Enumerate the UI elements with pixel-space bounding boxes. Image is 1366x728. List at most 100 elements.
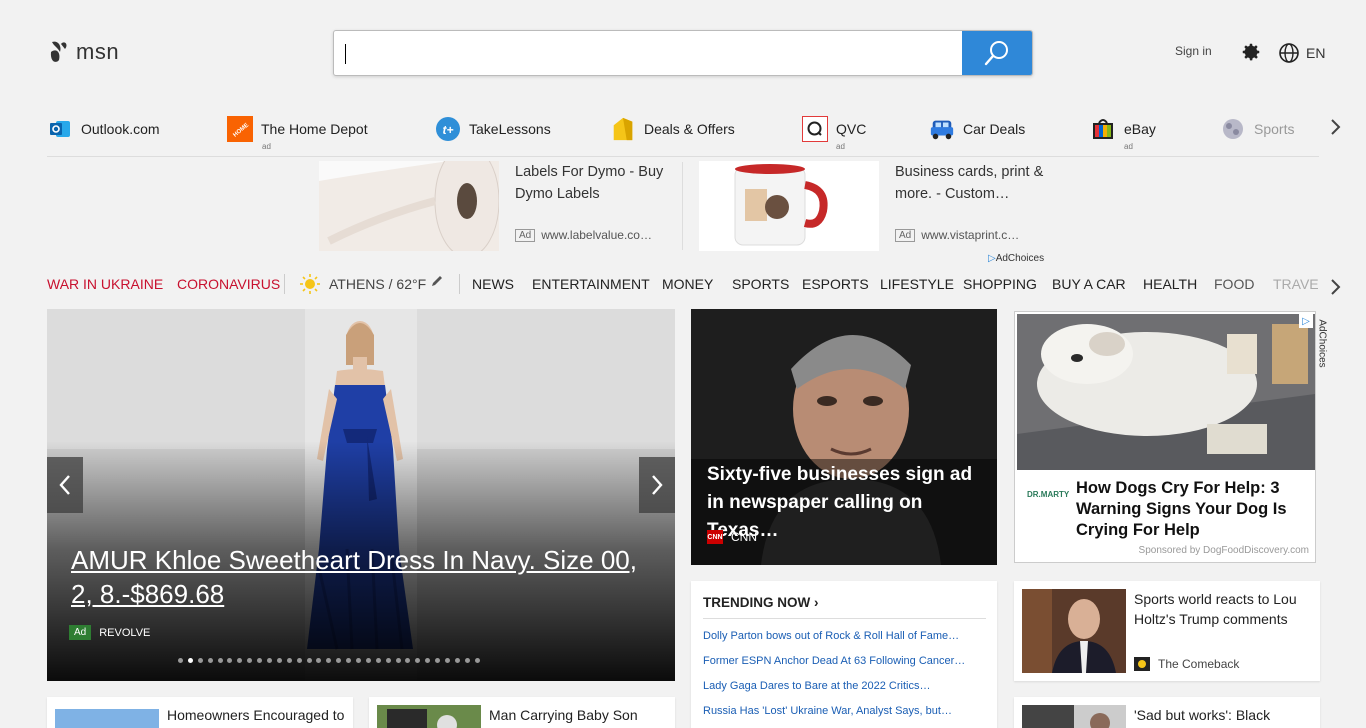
carousel-dot[interactable] — [267, 658, 273, 663]
carousel-dot[interactable] — [276, 658, 282, 663]
sign-in-link[interactable]: Sign in — [1175, 44, 1212, 58]
nav-esports[interactable]: ESPORTS — [802, 276, 869, 292]
carousel-next-button[interactable] — [639, 457, 675, 513]
edit-location-button[interactable] — [430, 274, 444, 291]
carousel-dot[interactable] — [385, 658, 391, 663]
story-card-sad[interactable]: 'Sad but works': Black — [1014, 697, 1320, 728]
quicklink-label: Car Deals — [963, 121, 1026, 137]
carousel-dot[interactable] — [464, 658, 470, 663]
quicklink-qvc[interactable]: QVC ad — [802, 116, 866, 151]
quicklink-label: Deals & Offers — [644, 121, 735, 137]
carousel-dot[interactable] — [178, 658, 183, 663]
msn-logo[interactable]: msn — [48, 38, 119, 66]
trending-link[interactable]: Dolly Parton bows out of Rock & Roll Hal… — [703, 630, 983, 642]
carousel-dot[interactable] — [227, 658, 233, 663]
ad-url-text: www.labelvalue.co… — [541, 228, 652, 242]
weather-label[interactable]: ATHENS / 62°F — [329, 276, 426, 292]
carousel-dot[interactable] — [415, 658, 421, 663]
nav-next-button[interactable] — [1330, 278, 1342, 301]
carousel-dot[interactable] — [207, 658, 213, 663]
trending-link[interactable]: Former ESPN Anchor Dead At 63 Following … — [703, 655, 983, 667]
carousel-dot[interactable] — [445, 658, 451, 663]
carousel-dot[interactable] — [247, 658, 253, 663]
quicklink-sports[interactable]: Sports — [1220, 116, 1294, 142]
nav-food[interactable]: FOOD — [1214, 276, 1254, 292]
ad-info-icon[interactable]: ▷ — [1299, 314, 1313, 328]
hero-title[interactable]: AMUR Khloe Sweetheart Dress In Navy. Siz… — [71, 543, 651, 611]
nav-war-in-ukraine[interactable]: WAR IN UKRAINE — [47, 276, 163, 292]
trending-heading[interactable]: TRENDING NOW › — [703, 595, 819, 610]
carousel-dot[interactable] — [316, 658, 322, 663]
carousel-dot[interactable] — [296, 658, 302, 663]
ad-labels[interactable]: Labels For Dymo - Buy Dymo Labels Ad www… — [319, 161, 679, 251]
nav-shopping[interactable]: SHOPPING — [963, 276, 1037, 292]
story-card-homeowners[interactable]: Homeowners Encouraged to — [47, 697, 353, 728]
carousel-dot[interactable] — [375, 658, 381, 663]
carousel-dot[interactable] — [435, 658, 441, 663]
trending-link[interactable]: Russia Has 'Lost' Ukraine War, Analyst S… — [703, 705, 983, 717]
story-source: The Comeback — [1134, 657, 1239, 671]
quicklink-outlook[interactable]: Outlook.com — [47, 116, 160, 142]
ad-badge: Ad — [69, 625, 92, 640]
quicklink-home-depot[interactable]: HOME The Home Depot ad — [227, 116, 368, 151]
quicklink-car-deals[interactable]: Car Deals — [929, 116, 1025, 142]
carousel-dot[interactable] — [474, 658, 480, 663]
nav-lifestyle[interactable]: LIFESTYLE — [880, 276, 954, 292]
language-selector[interactable]: EN — [1278, 42, 1325, 64]
nav-news[interactable]: NEWS — [472, 276, 514, 292]
carousel-dot[interactable] — [237, 658, 243, 663]
story-card-baby[interactable]: Man Carrying Baby Son — [369, 697, 675, 728]
ad-url: Ad www.labelvalue.co… — [515, 228, 652, 242]
story-card-holtz[interactable]: Sports world reacts to Lou Holtz's Trump… — [1014, 581, 1320, 681]
nav-coronavirus[interactable]: CORONAVIRUS — [177, 276, 280, 292]
nav-divider — [284, 274, 285, 294]
quicklink-deals[interactable]: Deals & Offers — [610, 116, 735, 142]
nav-buy-a-car[interactable]: BUY A CAR — [1052, 276, 1126, 292]
story-title: Sports world reacts to Lou Holtz's Trump… — [1134, 591, 1297, 627]
carousel-dot[interactable] — [336, 658, 342, 663]
carousel-dot[interactable] — [306, 658, 312, 663]
nav-travel[interactable]: TRAVEL — [1273, 276, 1319, 292]
search-button[interactable] — [962, 31, 1032, 75]
nav-money[interactable]: MONEY — [662, 276, 713, 292]
weather-widget[interactable] — [300, 274, 320, 294]
quicklink-ebay[interactable]: eBay ad — [1090, 116, 1156, 151]
ad-image-label-roll — [319, 161, 499, 251]
quicklinks-next-button[interactable] — [1330, 118, 1342, 141]
story-image — [377, 705, 481, 728]
sun-icon — [300, 274, 320, 294]
ad-sponsor: Sponsored by DogFoodDiscovery.com — [1138, 545, 1309, 556]
carousel-dot[interactable] — [346, 658, 352, 663]
ad-dog-card[interactable]: ▷ DR.MARTY How Dogs Cry For Help: 3 Warn… — [1014, 311, 1316, 563]
nav-entertainment[interactable]: ENTERTAINMENT — [532, 276, 650, 292]
settings-button[interactable] — [1240, 41, 1262, 68]
nav-health[interactable]: HEALTH — [1143, 276, 1197, 292]
carousel-dot[interactable] — [286, 658, 292, 663]
carousel-dot[interactable] — [405, 658, 411, 663]
quicklinks-bar: Outlook.com HOME The Home Depot ad t+ Ta… — [47, 112, 1319, 157]
quicklink-takelessons[interactable]: t+ TakeLessons — [435, 116, 551, 142]
adchoices-side-link[interactable]: AdChoices — [1317, 316, 1334, 376]
search-input[interactable] — [334, 31, 962, 75]
carousel-prev-button[interactable] — [47, 457, 83, 513]
carousel-dot[interactable] — [257, 658, 263, 663]
cnn-logo-icon: CNN — [707, 530, 723, 544]
carousel-dot[interactable] — [356, 658, 362, 663]
carousel-dot[interactable] — [197, 658, 203, 663]
trending-link[interactable]: Lady Gaga Dares to Bare at the 2022 Crit… — [703, 680, 983, 692]
quicklink-label: The Home Depot — [261, 121, 368, 137]
adchoices-link[interactable]: ▷AdChoices — [988, 253, 1044, 264]
carousel-dot[interactable] — [365, 658, 371, 663]
carousel-dot[interactable] — [454, 658, 460, 663]
quicklink-label: eBay — [1124, 121, 1156, 137]
ad-business-cards[interactable]: Business cards, print & more. - Custom… … — [699, 161, 1059, 251]
nav-sports[interactable]: SPORTS — [732, 276, 789, 292]
carousel-dot[interactable] — [187, 658, 193, 663]
carousel-dot[interactable] — [326, 658, 332, 663]
carousel-dot[interactable] — [217, 658, 223, 663]
carousel-dot[interactable] — [395, 658, 401, 663]
ad-title[interactable]: How Dogs Cry For Help: 3 Warning Signs Y… — [1076, 478, 1312, 541]
carousel-dot[interactable] — [425, 658, 431, 663]
hero-carousel[interactable]: AMUR Khloe Sweetheart Dress In Navy. Siz… — [47, 309, 675, 681]
news-card-cnn[interactable]: Sixty-five businesses sign ad in newspap… — [691, 309, 997, 565]
